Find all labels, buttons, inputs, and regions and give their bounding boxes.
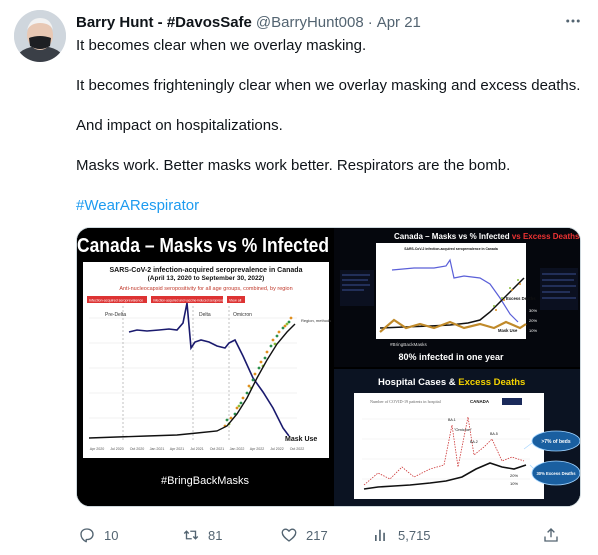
rt-tick: 10% bbox=[529, 328, 537, 333]
rb-title-highlight: Excess Deaths bbox=[458, 377, 525, 388]
author-display-name[interactable]: Barry Hunt - #DavosSafe bbox=[76, 14, 252, 31]
rb-callout-2: 30% Excess Deaths bbox=[536, 471, 576, 476]
x-tick: Oct 2022 bbox=[290, 447, 305, 451]
left-chart-dates: (April 13, 2020 to September 30, 2022) bbox=[148, 275, 265, 282]
author-handle[interactable]: @BarryHunt008 bbox=[256, 14, 364, 31]
rb-ba-label: BA.2 bbox=[470, 440, 478, 444]
legend-2: Infection-acquired and vaccine-induced s… bbox=[153, 299, 231, 303]
rt-chart-subtitle: SARS-CoV-2 infection-acquired seropreval… bbox=[404, 247, 498, 251]
rt-tag: #BringBackMasks bbox=[390, 342, 427, 347]
share-button[interactable] bbox=[542, 524, 560, 546]
rt-tick: 20% bbox=[529, 318, 537, 323]
media-image-left[interactable]: Canada – Masks vs % Infected SARS-CoV-2 … bbox=[77, 228, 332, 506]
x-tick: Apr 2020 bbox=[90, 447, 105, 451]
retweet-icon bbox=[183, 530, 199, 540]
rb-omicron-label: "Omicron" bbox=[454, 427, 473, 432]
rb-chart-title: Number of COVID-19 patients in hospital bbox=[370, 399, 442, 404]
svg-text:Canada – Masks vs % Infected v: Canada – Masks vs % Infected vs Excess D… bbox=[394, 232, 580, 241]
left-footer: #BringBackMasks bbox=[161, 475, 250, 487]
views-button[interactable]: 5,715 bbox=[372, 524, 431, 546]
rb-title: Hospital Cases & bbox=[378, 377, 456, 388]
x-tick: Jan 2021 bbox=[150, 447, 165, 451]
x-tick: Jan 2022 bbox=[230, 447, 245, 451]
retweet-button[interactable]: 81 bbox=[182, 524, 222, 546]
mask-use-label: Mask Use bbox=[285, 436, 317, 443]
media-image-right-top[interactable]: Canada – Masks vs % Infected vs Excess D… bbox=[334, 228, 580, 367]
tweet-paragraph: And impact on hospitalizations. bbox=[76, 117, 283, 134]
rt-excess-label: Excess Deaths bbox=[506, 296, 536, 301]
region-label: Region, methods bbox=[301, 318, 331, 323]
right-top-graphic: Canada – Masks vs % Infected vs Excess D… bbox=[334, 228, 580, 367]
retweet-count: 81 bbox=[208, 527, 223, 543]
x-tick: Apr 2022 bbox=[250, 447, 265, 451]
reply-button[interactable]: 10 bbox=[78, 524, 118, 546]
label-delta: Delta bbox=[199, 312, 211, 318]
left-chart-title: SARS-CoV-2 infection-acquired seropreval… bbox=[110, 267, 303, 274]
rb-ba-label: BA.1 bbox=[448, 418, 456, 422]
svg-text:Hospital Cases & Excess Deaths: Hospital Cases & Excess Deaths bbox=[378, 377, 525, 388]
label-pre-delta: Pre-Delta bbox=[105, 312, 126, 318]
x-tick: Jul 2022 bbox=[270, 447, 284, 451]
share-icon bbox=[544, 528, 558, 542]
like-button[interactable]: 217 bbox=[280, 524, 328, 546]
tweet[interactable]: Barry Hunt - #DavosSafe @BarryHunt008 · … bbox=[0, 0, 598, 555]
tweet-paragraph: It becomes frighteningly clear when we o… bbox=[76, 77, 581, 94]
x-tick: Jul 2020 bbox=[110, 447, 124, 451]
avatar[interactable] bbox=[14, 10, 66, 62]
views-icon bbox=[375, 529, 385, 541]
rb-region: CANADA bbox=[470, 399, 490, 404]
like-icon bbox=[281, 528, 297, 542]
media-grid: Canada – Masks vs % Infected SARS-CoV-2 … bbox=[76, 227, 581, 507]
rt-title: Canada – Masks vs % Infected bbox=[394, 232, 510, 241]
tweet-date[interactable]: Apr 21 bbox=[377, 14, 421, 31]
left-chart-subtitle: Anti-nucleocapsid seropositivity for all… bbox=[119, 286, 292, 292]
rb-tick: 10% bbox=[510, 481, 518, 486]
legend-3: View all bbox=[229, 299, 242, 303]
rb-tick: 20% bbox=[510, 473, 518, 478]
left-title: Canada – Masks vs % Infected bbox=[77, 235, 329, 257]
x-tick: Oct 2020 bbox=[130, 447, 145, 451]
rt-mask-label: Mask Use bbox=[498, 328, 518, 333]
left-chart-graphic: Canada – Masks vs % Infected SARS-CoV-2 … bbox=[77, 228, 332, 506]
rt-footer: 80% infected in one year bbox=[398, 352, 504, 362]
legend-1: Infection-acquired seroprevalence bbox=[89, 299, 143, 303]
tweet-paragraph: It becomes clear when we overlay masking… bbox=[76, 37, 367, 54]
x-tick: Apr 2021 bbox=[170, 447, 185, 451]
more-icon bbox=[566, 19, 580, 23]
hashtag-link[interactable]: #WearARespirator bbox=[76, 196, 199, 216]
rt-title-suffix: vs Excess Deaths bbox=[512, 232, 580, 241]
tweet-actions: 10 81 217 5,715 bbox=[76, 524, 581, 546]
like-count: 217 bbox=[306, 527, 328, 543]
view-count: 5,715 bbox=[398, 527, 431, 543]
separator-dot: · bbox=[367, 13, 373, 31]
reply-count: 10 bbox=[104, 527, 119, 543]
label-omicron: Omicron bbox=[233, 312, 252, 318]
more-options-button[interactable] bbox=[562, 10, 584, 32]
rb-callout-1: >7% of beds bbox=[541, 439, 571, 445]
media-image-right-bottom[interactable]: Hospital Cases & Excess Deaths Number of… bbox=[334, 369, 580, 506]
x-tick: Oct 2021 bbox=[210, 447, 225, 451]
right-bottom-graphic: Hospital Cases & Excess Deaths Number of… bbox=[334, 369, 580, 506]
x-tick: Jul 2021 bbox=[190, 447, 204, 451]
rb-ba-label: BA.5 bbox=[490, 432, 498, 436]
tweet-paragraph: Masks work. Better masks work better. Re… bbox=[76, 157, 511, 174]
rt-tick: 30% bbox=[529, 308, 537, 313]
reply-icon bbox=[80, 528, 94, 543]
tweet-header: Barry Hunt - #DavosSafe @BarryHunt008 · … bbox=[76, 12, 421, 32]
